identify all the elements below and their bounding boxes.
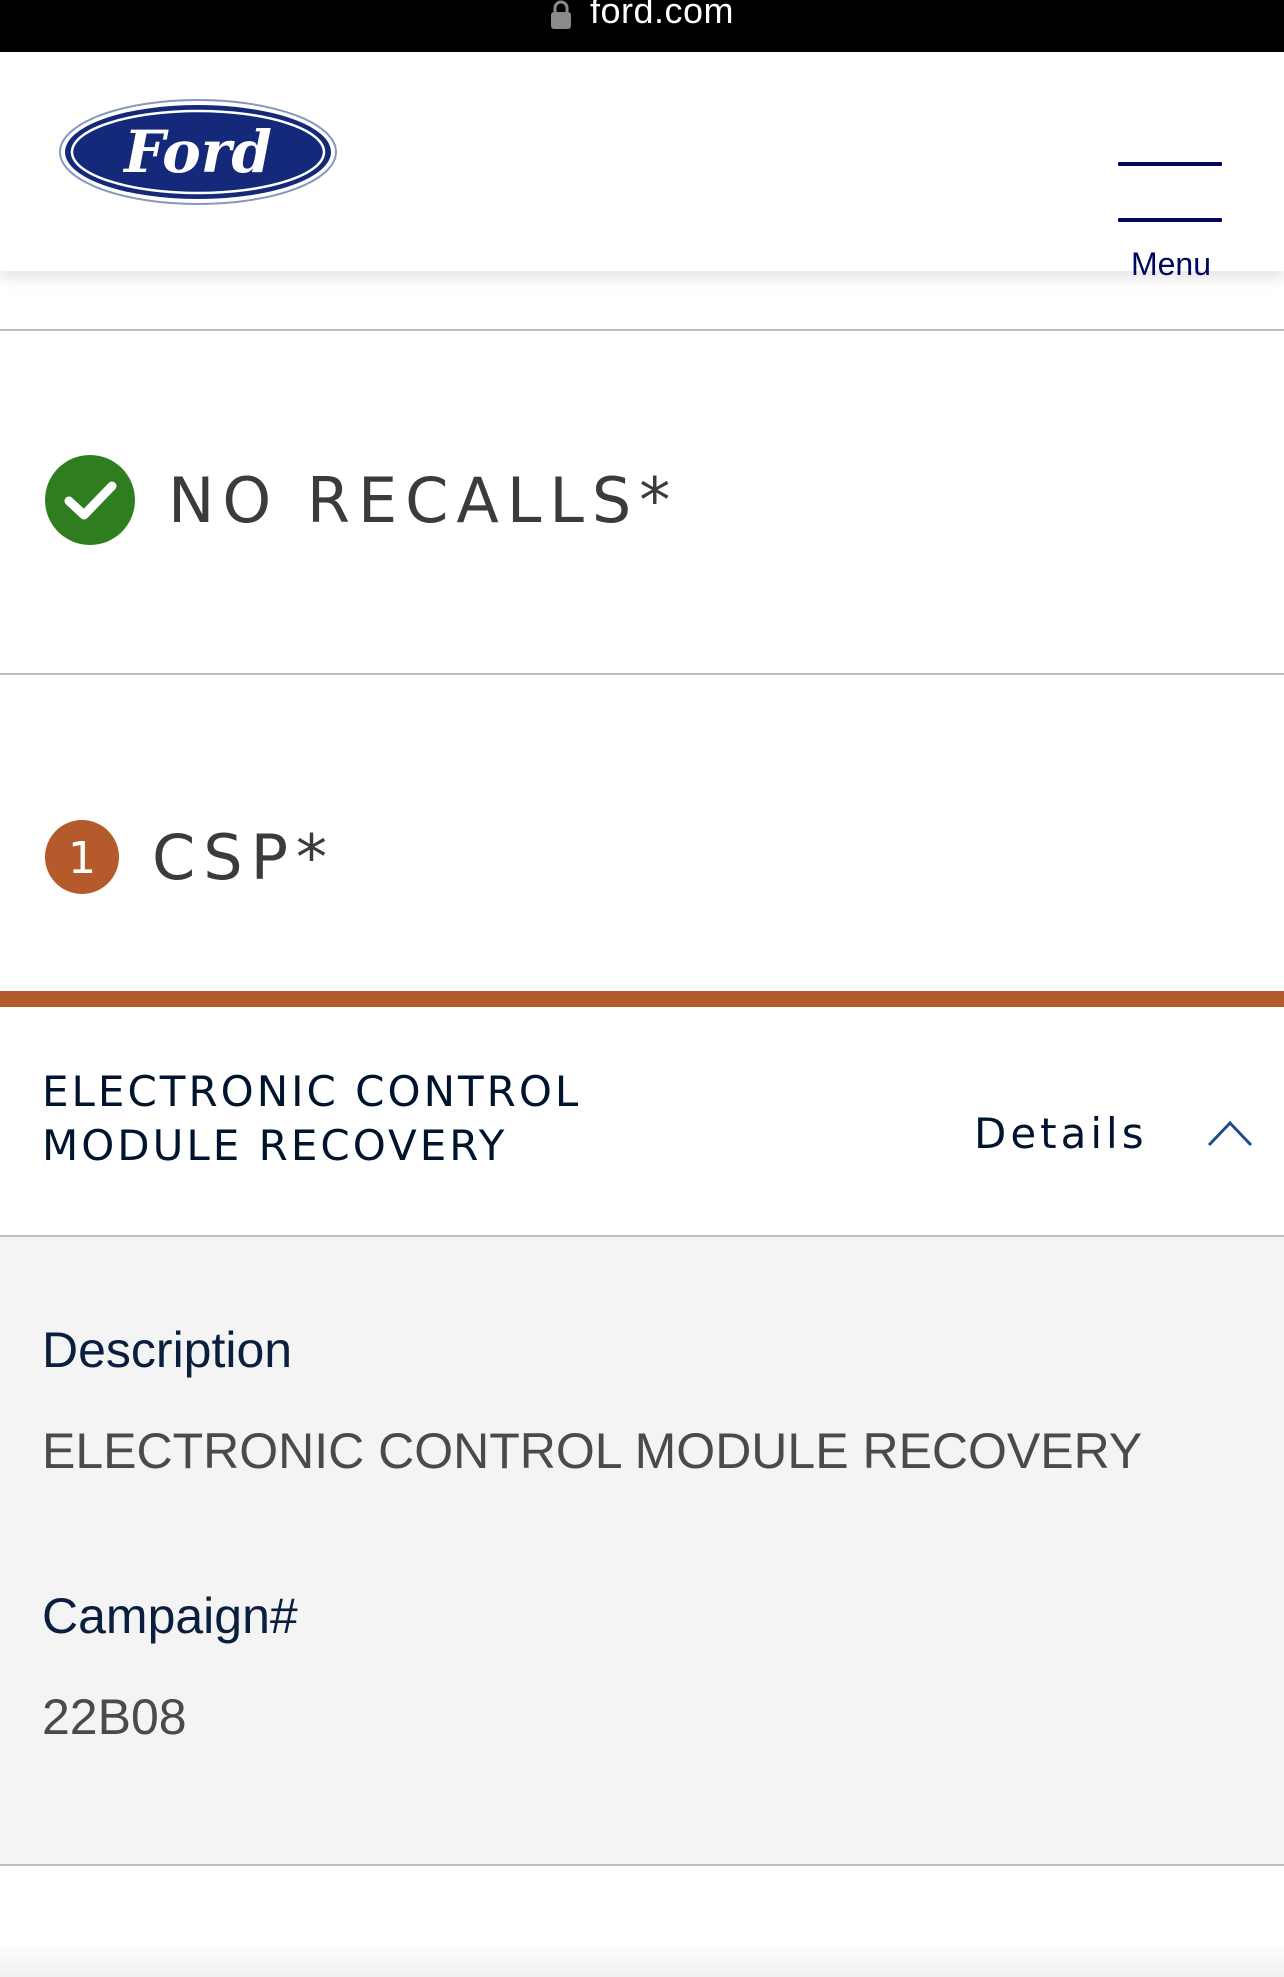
description-value: ELECTRONIC CONTROL MODULE RECOVERY [42,1423,1143,1479]
menu-button[interactable]: Menu [1112,108,1226,282]
url-text: ford.com [589,0,735,31]
campaign-number-value: 22B08 [42,1689,187,1745]
check-circle-icon [45,455,135,545]
page-bottom-fade [0,1940,1284,1977]
site-header: Ford Menu [0,52,1284,282]
details-label: Details [974,1108,1148,1158]
lock-icon [550,0,571,29]
campaign-accordion-header[interactable]: ELECTRONIC CONTROL MODULE RECOVERY Detai… [0,1007,1284,1235]
divider [0,329,1284,331]
ford-logo[interactable]: Ford [58,98,338,206]
menu-label: Menu [1130,246,1212,282]
divider [0,1864,1284,1866]
no-recalls-status: NO RECALLS* [0,452,1284,548]
csp-label: CSP* [152,820,336,894]
divider [0,673,1284,675]
campaign-number-label: Campaign# [42,1588,298,1644]
browser-url-bar[interactable]: ford.com [0,0,1284,52]
description-label: Description [42,1322,293,1378]
campaign-title: ELECTRONIC CONTROL MODULE RECOVERY [42,1067,582,1170]
campaign-details-panel: Description ELECTRONIC CONTROL MODULE RE… [0,1237,1284,1864]
csp-status: 1 CSP* [0,817,1284,897]
csp-count: 1 [68,833,96,884]
logo-text: Ford [122,118,272,186]
csp-accent-bar [0,991,1284,1007]
count-badge: 1 [45,820,119,894]
chevron-up-icon [1207,1120,1252,1147]
details-toggle[interactable]: Details [974,1103,1254,1163]
no-recalls-label: NO RECALLS* [168,463,679,537]
